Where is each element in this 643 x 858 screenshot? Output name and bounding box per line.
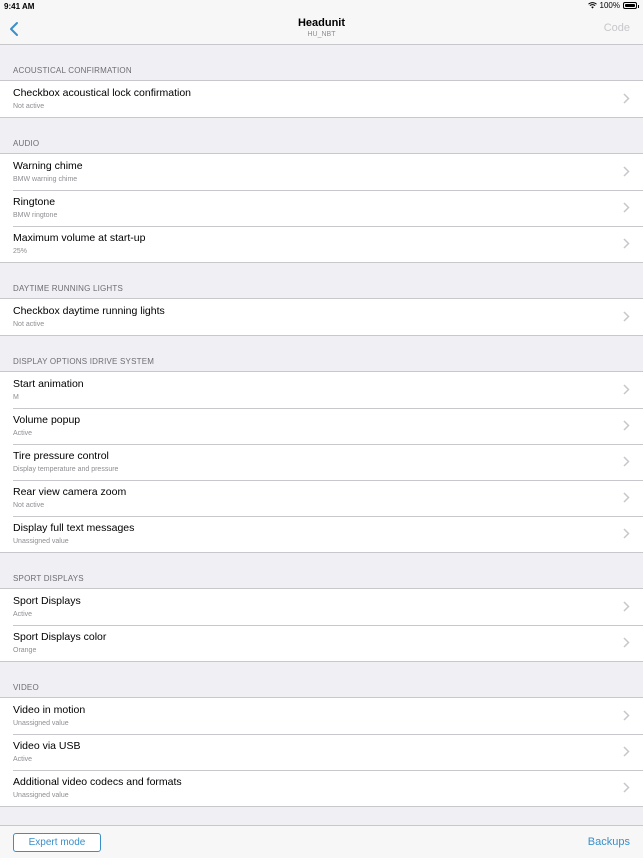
list-item-value: Active bbox=[13, 430, 33, 437]
list-item[interactable]: Sport Displays Active bbox=[0, 589, 643, 625]
chevron-right-icon bbox=[623, 782, 630, 793]
section-list: Checkbox daytime running lights Not activ… bbox=[0, 298, 643, 336]
list-item-value: Display temperature and pressure bbox=[13, 466, 119, 473]
section-list: Video in motion Unassigned value Video via… bbox=[0, 697, 643, 807]
wifi-icon bbox=[587, 2, 597, 9]
section-list: Warning chime BMW warning chime Ringtone BM… bbox=[0, 153, 643, 263]
chevron-right-icon bbox=[623, 384, 630, 395]
chevron-right-icon bbox=[623, 238, 630, 249]
chevron-right-icon bbox=[623, 202, 630, 213]
section-list: Sport Displays Active Sport Displays color… bbox=[0, 588, 643, 662]
list-item-title: Warning chime bbox=[13, 160, 83, 172]
chevron-right-icon bbox=[623, 456, 630, 467]
section-header: SPORT DISPLAYS bbox=[13, 574, 84, 583]
battery-fill bbox=[625, 4, 635, 7]
section-header: ACOUSTICAL CONFIRMATION bbox=[13, 66, 132, 75]
list-item-title: Video in motion bbox=[13, 704, 86, 716]
section-header: WARNINGS bbox=[0, 807, 643, 825]
list-item[interactable]: Volume popup Active bbox=[0, 408, 643, 444]
status-bar: 9:41 AM 100% bbox=[0, 0, 643, 12]
list-item-title: Rear view camera zoom bbox=[13, 486, 127, 498]
list-item-title: Ringtone bbox=[13, 196, 56, 208]
status-indicators: 100% bbox=[587, 1, 639, 10]
list-item-value: Unassigned value bbox=[13, 538, 69, 545]
list-item[interactable]: Start animation M bbox=[0, 372, 643, 408]
list-item[interactable]: Video via USB Active bbox=[0, 734, 643, 770]
battery-icon bbox=[623, 2, 639, 9]
list-item-title: Sport Displays color bbox=[13, 631, 107, 643]
list-item-value: Orange bbox=[13, 647, 37, 654]
section-header: AUDIO bbox=[13, 139, 40, 148]
list-item-value: Unassigned value bbox=[13, 792, 69, 799]
list-item-title: Maximum volume at start-up bbox=[13, 232, 146, 244]
list-item-value: Not active bbox=[13, 103, 45, 110]
status-time: 9:41 AM bbox=[4, 2, 35, 11]
chevron-right-icon bbox=[623, 166, 630, 177]
list-item-value: M bbox=[13, 394, 19, 401]
navigation-bar: Headunit HU_NBT Code bbox=[0, 12, 643, 45]
list-item[interactable]: Checkbox daytime running lights Not activ… bbox=[0, 299, 643, 335]
chevron-right-icon bbox=[623, 420, 630, 431]
chevron-right-icon bbox=[623, 528, 630, 539]
backups-button[interactable]: Backups bbox=[588, 836, 630, 848]
list-item[interactable]: Sport Displays color Orange bbox=[0, 625, 643, 661]
code-button[interactable]: Code bbox=[604, 22, 630, 34]
chevron-right-icon bbox=[623, 93, 630, 104]
chevron-right-icon bbox=[623, 746, 630, 757]
list-item-title: Tire pressure control bbox=[13, 450, 109, 462]
list-item-title: Volume popup bbox=[13, 414, 81, 426]
list-item-title: Additional video codecs and formats bbox=[13, 776, 182, 788]
section-list: Checkbox acoustical lock confirmation Not… bbox=[0, 80, 643, 118]
section-header: DISPLAY OPTIONS IDRIVE SYSTEM bbox=[13, 357, 155, 366]
list-item-title: Video via USB bbox=[13, 740, 81, 752]
section-list: Start animation M Volume popup Active Tire p… bbox=[0, 371, 643, 553]
list-item-value: 25% bbox=[13, 248, 28, 255]
section-header: DAYTIME RUNNING LIGHTS bbox=[13, 284, 124, 293]
list-item-value: Unassigned value bbox=[13, 720, 69, 727]
list-item-value: BMW ringtone bbox=[13, 212, 58, 219]
list-item-title: Display full text messages bbox=[13, 522, 135, 534]
chevron-right-icon bbox=[623, 311, 630, 322]
bottom-toolbar: Expert mode Backups bbox=[0, 825, 643, 858]
chevron-right-icon bbox=[623, 710, 630, 721]
list-item[interactable]: Ringtone BMW ringtone bbox=[0, 190, 643, 226]
section-header: VIDEO bbox=[13, 683, 39, 692]
expert-mode-button[interactable]: Expert mode bbox=[13, 833, 101, 852]
list-item-value: Active bbox=[13, 756, 33, 763]
list-item[interactable]: Maximum volume at start-up 25% bbox=[0, 226, 643, 262]
chevron-right-icon bbox=[623, 601, 630, 612]
list-item-title: Start animation bbox=[13, 378, 84, 390]
list-item[interactable]: Display full text messages Unassigned val… bbox=[0, 516, 643, 552]
list-item-title: Checkbox daytime running lights bbox=[13, 305, 165, 317]
battery-percent: 100% bbox=[599, 1, 620, 10]
list-item[interactable]: Rear view camera zoom Not active bbox=[0, 480, 643, 516]
list-item[interactable]: Additional video codecs and formats Unass… bbox=[0, 770, 643, 806]
list-item-title: Sport Displays bbox=[13, 595, 81, 607]
page-subtitle: HU_NBT bbox=[307, 31, 336, 38]
list-item-value: Not active bbox=[13, 321, 45, 328]
settings-list[interactable]: ACOUSTICAL CONFIRMATION Checkbox acoustic… bbox=[0, 45, 643, 825]
list-item[interactable]: Video in motion Unassigned value bbox=[0, 698, 643, 734]
chevron-right-icon bbox=[623, 492, 630, 503]
list-item[interactable]: Warning chime BMW warning chime bbox=[0, 154, 643, 190]
list-item-value: BMW warning chime bbox=[13, 176, 78, 183]
list-item[interactable]: Checkbox acoustical lock confirmation Not… bbox=[0, 81, 643, 117]
list-item-value: Active bbox=[13, 611, 33, 618]
list-item-title: Checkbox acoustical lock confirmation bbox=[13, 87, 191, 99]
list-item-value: Not active bbox=[13, 502, 45, 509]
list-item[interactable]: Tire pressure control Display temperature… bbox=[0, 444, 643, 480]
chevron-right-icon bbox=[623, 637, 630, 648]
page-title: Headunit bbox=[297, 17, 346, 29]
